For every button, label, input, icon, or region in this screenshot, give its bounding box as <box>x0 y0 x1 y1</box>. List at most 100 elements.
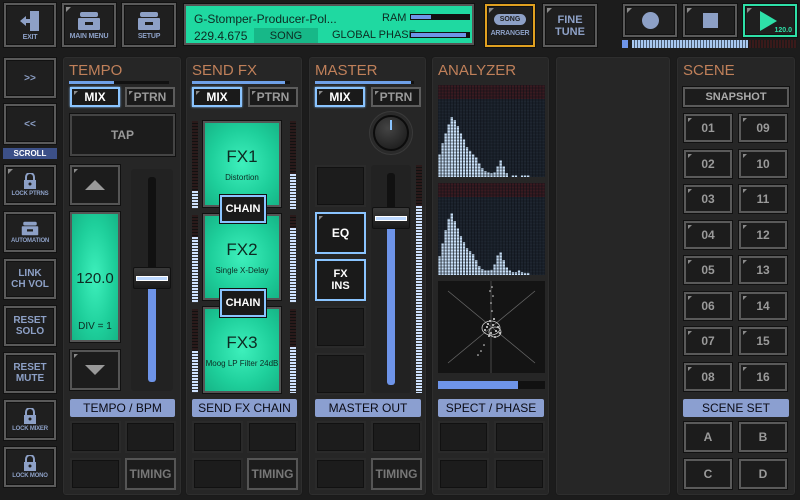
send-fx-mix-toggle[interactable]: MIX <box>192 87 242 107</box>
fx-ins-line2: INS <box>331 280 350 292</box>
scene-slot[interactable]: 02 <box>684 149 732 178</box>
scene-slot[interactable]: 11 <box>739 185 787 213</box>
scene-slot[interactable]: 03 <box>684 185 732 213</box>
scene-slot[interactable]: 01 <box>684 114 732 142</box>
lock-mixer-button[interactable]: LOCK MIXER <box>4 400 56 440</box>
snapshot-button[interactable]: SNAPSHOT <box>683 87 789 107</box>
tempo-slot[interactable] <box>125 421 176 453</box>
scene-slot[interactable]: 07 <box>684 327 732 355</box>
spectrum-bar <box>496 255 499 275</box>
song-display[interactable]: G-Stomper-Producer-Pol... 229.4.675 SONG… <box>184 4 474 45</box>
automation-button[interactable]: AUTOMATION <box>4 212 56 252</box>
exit-button[interactable]: EXIT <box>4 3 56 47</box>
scene-slot[interactable]: 10 <box>739 149 787 178</box>
scene-slot[interactable]: 05 <box>684 256 732 284</box>
analyzer-slot[interactable] <box>494 458 545 490</box>
fx-ins-button[interactable]: FX INS <box>315 259 366 301</box>
tempo-timing-button[interactable]: TIMING <box>125 458 176 490</box>
main-menu-button[interactable]: MAIN MENU <box>62 3 116 47</box>
tap-button[interactable]: TAP <box>70 114 175 156</box>
tempo-down-button[interactable] <box>70 350 120 390</box>
scene-slot[interactable]: 13 <box>739 256 787 284</box>
tempo-display[interactable]: 120.0 DIV = 1 <box>70 212 120 342</box>
scroll-back-button[interactable]: << <box>4 104 56 144</box>
corner-mark <box>489 8 494 13</box>
scene-slot-label: 08 <box>701 369 715 384</box>
master-slot[interactable] <box>315 421 366 453</box>
master-slot[interactable] <box>371 421 422 453</box>
master-slot[interactable] <box>315 306 366 348</box>
record-button[interactable] <box>623 4 677 37</box>
scene-panel: SCENE SNAPSHOT 01 09 02 10 03 11 04 12 05 13 06 14 0… <box>676 56 796 496</box>
scene-slot[interactable]: 09 <box>739 114 787 142</box>
scene-set-b[interactable]: B <box>739 422 787 452</box>
master-timing-button[interactable]: TIMING <box>371 458 422 490</box>
scene-set-c[interactable]: C <box>684 459 732 489</box>
mix-label: MIX <box>329 90 351 104</box>
scene-slot[interactable]: 04 <box>684 220 732 249</box>
master-fader-handle[interactable] <box>372 206 410 229</box>
fx3-slot[interactable]: FX3 Moog LP Filter 24dB <box>203 307 281 393</box>
fx3-name: FX3 <box>226 332 258 352</box>
scene-set-d[interactable]: D <box>739 459 787 489</box>
analyzer-slot[interactable] <box>438 458 489 490</box>
scene-slot[interactable]: 08 <box>684 362 732 391</box>
tempo-mix-toggle[interactable]: MIX <box>70 87 120 107</box>
lock-mono-label: LOCK MONO <box>12 473 48 479</box>
tempo-slot[interactable] <box>70 458 121 490</box>
scene-slot[interactable]: 16 <box>739 362 787 391</box>
tempo-slot[interactable] <box>70 421 121 453</box>
tempo-footer: TEMPO / BPM <box>70 399 175 417</box>
analyzer-slot[interactable] <box>438 421 489 453</box>
tempo-fader-handle[interactable] <box>133 267 171 290</box>
link-ch-vol-button[interactable]: LINK CH VOL <box>4 259 56 299</box>
fine-tune-button[interactable]: FINE TUNE <box>543 4 597 47</box>
timing-label: TIMING <box>129 467 172 481</box>
play-tempo: 120.0 <box>774 27 792 34</box>
spectrum-bar <box>526 175 530 177</box>
send-fx-slot[interactable] <box>247 421 298 453</box>
play-button[interactable]: 120.0 <box>743 4 797 37</box>
scene-slot[interactable]: 15 <box>739 327 787 355</box>
setup-button[interactable]: SETUP <box>122 3 176 47</box>
eq-button[interactable]: EQ <box>315 212 366 254</box>
reset-mute-button[interactable]: RESET MUTE <box>4 353 56 393</box>
send-fx-slot[interactable] <box>192 421 243 453</box>
fx1-meter-right <box>290 121 296 209</box>
spectrum-bar <box>450 213 453 275</box>
master-mix-toggle[interactable]: MIX <box>315 87 365 107</box>
scene-slot[interactable]: 06 <box>684 291 732 320</box>
tempo-up-button[interactable] <box>70 165 120 205</box>
global-phase-bar <box>410 32 470 38</box>
scene-slot-label: 10 <box>756 156 770 171</box>
tempo-ptrn-toggle[interactable]: PTRN <box>125 87 175 107</box>
scene-slot-label: 14 <box>756 298 770 313</box>
mix-label: MIX <box>206 90 228 104</box>
stop-button[interactable] <box>683 4 737 37</box>
send-fx-timing-button[interactable]: TIMING <box>247 458 298 490</box>
scroll-forward-button[interactable]: >> <box>4 58 56 98</box>
fx2-slot[interactable]: FX2 Single X-Delay <box>203 214 281 300</box>
lock-mono-button[interactable]: LOCK MONO <box>4 447 56 487</box>
master-ptrn-toggle[interactable]: PTRN <box>371 87 421 107</box>
corner-mark <box>66 7 71 12</box>
master-knob[interactable] <box>373 115 409 151</box>
lock-patterns-button[interactable]: LOCK PTRNS <box>4 165 56 205</box>
chain-2-3-button[interactable]: CHAIN <box>220 289 266 317</box>
send-fx-slot[interactable] <box>192 458 243 490</box>
master-slot[interactable] <box>315 458 366 490</box>
spectrum-bar <box>459 133 463 177</box>
spectrum-bar <box>505 267 509 275</box>
chain-1-2-button[interactable]: CHAIN <box>220 195 266 223</box>
scene-slot[interactable]: 14 <box>739 291 787 320</box>
mix-label: MIX <box>84 90 106 104</box>
reset-solo-button[interactable]: RESET SOLO <box>4 306 56 346</box>
spectrum-bar <box>511 175 515 177</box>
arranger-button[interactable]: SONG ARRANGER <box>485 4 535 47</box>
master-slot[interactable] <box>315 165 366 207</box>
send-fx-ptrn-toggle[interactable]: PTRN <box>248 87 298 107</box>
scene-set-a[interactable]: A <box>684 422 732 452</box>
analyzer-slot[interactable] <box>494 421 545 453</box>
master-slot[interactable] <box>315 353 366 395</box>
scene-slot[interactable]: 12 <box>739 220 787 249</box>
